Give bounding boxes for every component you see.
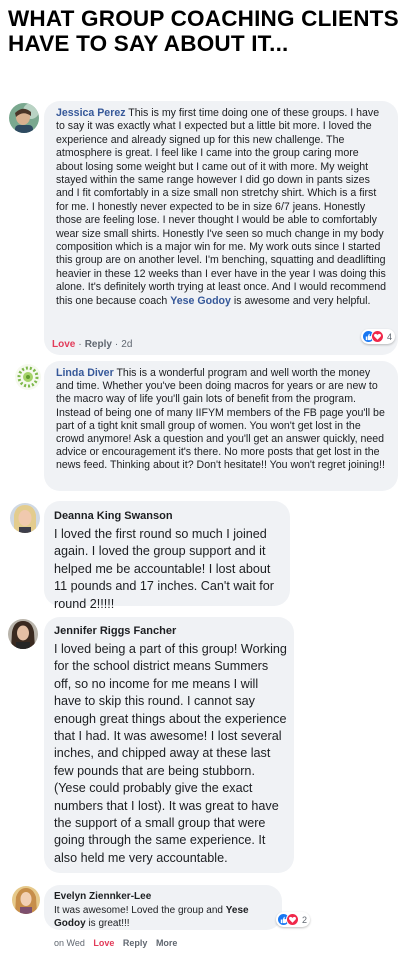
avatar[interactable] [10, 503, 40, 533]
comment-text: Jessica Perez This is my first time doin… [56, 107, 387, 307]
love-link[interactable]: Love [52, 339, 75, 350]
comment-text: I loved the first round so much I joined… [54, 527, 274, 611]
comment-text: It was awesome! Loved the group and Yese… [54, 905, 249, 929]
love-link[interactable]: Love [93, 938, 114, 948]
avatar[interactable] [15, 364, 41, 390]
reply-link[interactable]: Reply [85, 339, 112, 350]
reply-link[interactable]: Reply [123, 938, 148, 948]
reaction-count: 4 [387, 331, 393, 342]
comment-bubble: Jessica Perez This is my first time doin… [44, 101, 398, 355]
comment-bubble: Jennifer Riggs Fancher I loved being a p… [44, 617, 294, 873]
comment-actions: Love · Reply · 2d [52, 339, 133, 350]
comment-author[interactable]: Evelyn Ziennker-Lee [54, 891, 274, 902]
avatar[interactable] [9, 103, 39, 133]
page-title: WHAT GROUP COACHING CLIENTS HAVE TO SAY … [8, 6, 399, 56]
comment-bubble: Evelyn Ziennker-Lee It was awesome! Love… [44, 885, 282, 930]
mention-link[interactable]: Yese Godoy [170, 295, 231, 307]
comment-text: Linda Diver This is a wonderful program … [56, 367, 385, 472]
comment-author[interactable]: Deanna King Swanson [54, 510, 282, 522]
avatar[interactable] [8, 619, 38, 649]
comment-author[interactable]: Jessica Perez [56, 107, 126, 119]
more-link[interactable]: More [156, 938, 178, 948]
comment-author[interactable]: Linda Diver [56, 367, 114, 379]
comment-time[interactable]: 2d [121, 339, 132, 350]
reaction-summary[interactable]: 2 [276, 912, 311, 927]
avatar[interactable] [12, 886, 40, 914]
love-icon [286, 913, 299, 926]
comment-text: I loved being a part of this group! Work… [54, 642, 287, 865]
comment-time[interactable]: on Wed [54, 938, 85, 948]
comment-author[interactable]: Jennifer Riggs Fancher [54, 625, 288, 637]
love-icon [371, 330, 384, 343]
comment-bubble: Linda Diver This is a wonderful program … [44, 361, 398, 491]
reaction-summary[interactable]: 4 [361, 329, 396, 344]
reaction-count: 2 [302, 914, 308, 925]
comment-actions: on Wed Love Reply More [54, 938, 177, 948]
comment-bubble: Deanna King Swanson I loved the first ro… [44, 501, 290, 611]
